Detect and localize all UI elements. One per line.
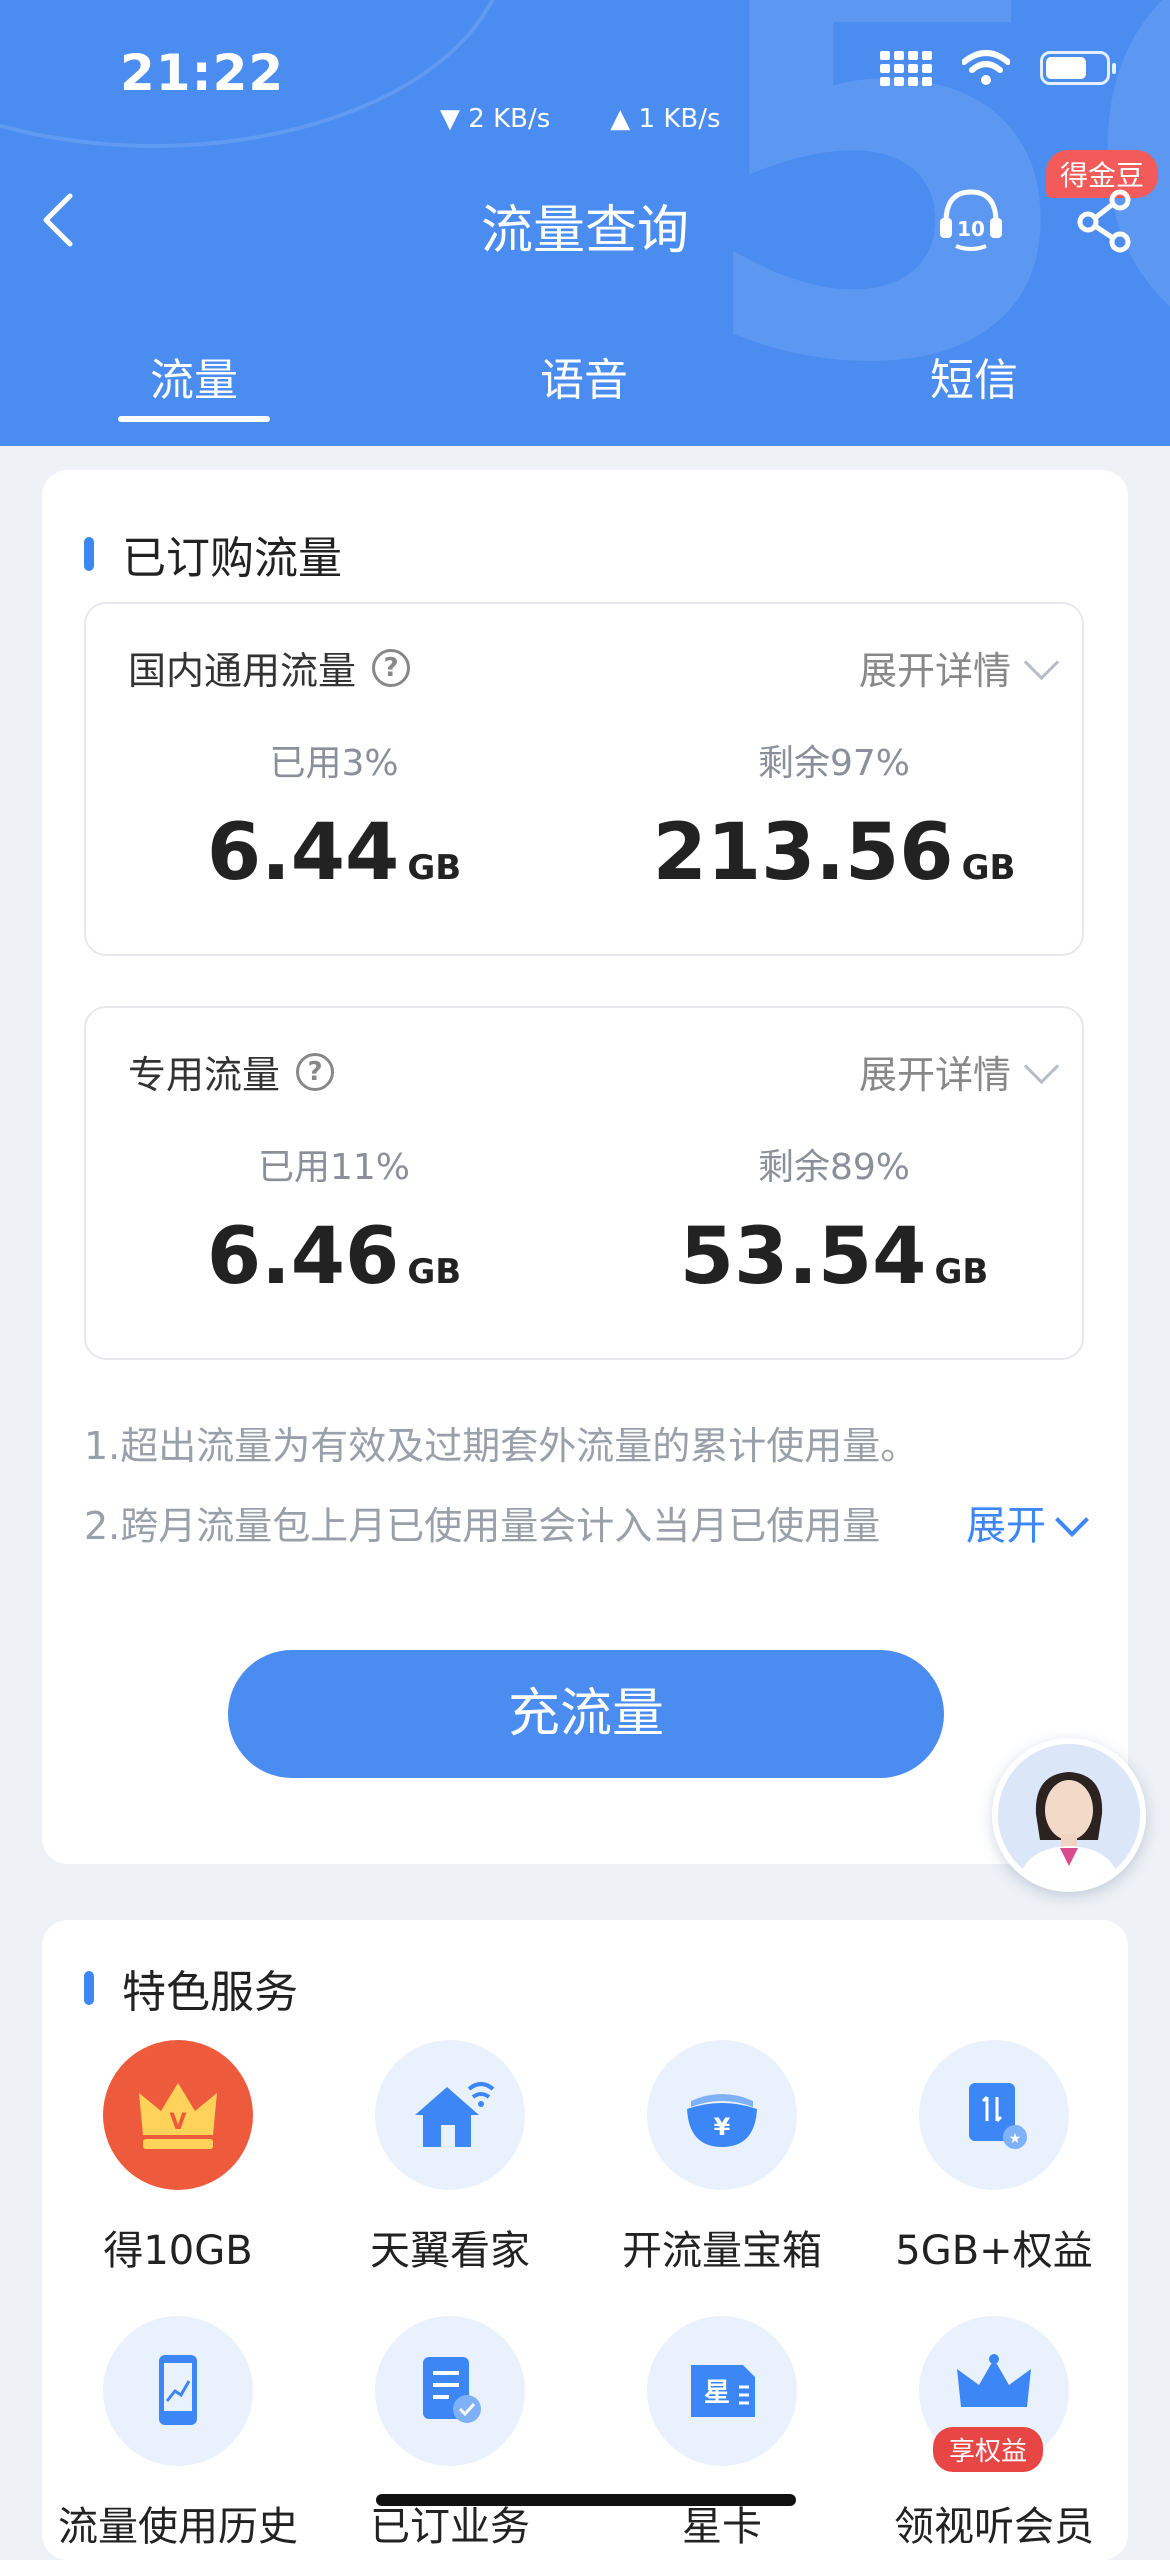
chevron-down-icon (1023, 644, 1060, 681)
used-column: 已用11% 6.46 GB (134, 1138, 534, 1302)
cellular-signal-icon (880, 50, 932, 86)
chevron-down-icon (1023, 1048, 1060, 1085)
document-check-icon (375, 2316, 525, 2466)
section-title: 已订购流量 (122, 533, 342, 584)
assistant-portrait-icon (998, 1744, 1140, 1886)
home-wifi-icon (375, 2040, 525, 2190)
svg-text:V: V (169, 2110, 186, 2135)
phone-chart-icon (103, 2316, 253, 2466)
expand-details-button[interactable]: 展开详情 (859, 640, 1060, 695)
customer-service-icon[interactable]: 10 (936, 184, 1006, 254)
general-data-box: 国内通用流量 ? 展开详情 已用3% 6.44 GB 剩余97% 213.56 GB (84, 602, 1084, 956)
assistant-avatar[interactable] (992, 1738, 1146, 1892)
remaining-column: 剩余89% 53.54 GB (634, 1138, 1034, 1302)
used-amount: 6.44 GB (206, 808, 462, 898)
upload-speed: ▲ 1 KB/s (610, 104, 721, 134)
section-title: 特色服务 (122, 1967, 298, 2018)
svg-text:★: ★ (1009, 2131, 1022, 2147)
used-percent: 已用3% (269, 743, 399, 784)
network-speed: ▼ 2 KB/s ▲ 1 KB/s (440, 104, 721, 134)
benefit-tag: 享权益 (933, 2427, 1044, 2472)
used-percent: 已用11% (257, 1147, 411, 1188)
tab-data[interactable]: 流量 (94, 344, 294, 408)
note-line: 2.跨月流量包上月已使用量会计入当月已使用量 (84, 1504, 881, 1548)
crown-icon: V (103, 2040, 253, 2190)
used-column: 已用3% 6.44 GB (134, 734, 534, 898)
svg-text:10: 10 (957, 217, 985, 241)
home-indicator (376, 2494, 796, 2506)
wifi-icon (962, 50, 1010, 85)
featured-services-card: 特色服务 V 得10GB 天翼看家 ¥ 开流量宝箱 ★ 5GB+权益 流量使用历… (42, 1920, 1128, 2560)
chevron-down-icon (1055, 1503, 1089, 1537)
used-amount: 6.46 GB (206, 1212, 462, 1302)
remaining-percent: 剩余89% (757, 1147, 911, 1188)
remaining-percent: 剩余97% (757, 743, 911, 784)
subscribed-data-card: 已订购流量 国内通用流量 ? 展开详情 已用3% 6.44 GB 剩余97% 21… (42, 470, 1128, 1864)
tab-bar: 流量 语音 短信 (0, 344, 1170, 426)
download-speed: ▼ 2 KB/s (440, 104, 551, 134)
status-icons (880, 50, 1116, 86)
notes: 1.超出流量为有效及过期套外流量的累计使用量。 2.跨月流量包上月已使用量会计入… (84, 1406, 1089, 1566)
service-item-5gb-benefit[interactable]: ★ 5GB+权益 (858, 2040, 1130, 2276)
service-item-usage-history[interactable]: 流量使用历史 (42, 2316, 314, 2552)
treasure-box-icon: ¥ (647, 2040, 797, 2190)
tab-sms[interactable]: 短信 (874, 344, 1074, 408)
recharge-data-button[interactable]: 充流量 (228, 1650, 944, 1778)
service-item-av-membership[interactable]: 享权益 领视听会员 (858, 2316, 1130, 2552)
section-header: 已订购流量 (84, 522, 342, 586)
package-name: 国内通用流量 ? (128, 640, 411, 695)
service-item-star-card[interactable]: 星 星卡 (586, 2316, 858, 2552)
notes-expand-link[interactable]: 展开 (962, 1486, 1089, 1566)
header: 5G 21:22 ▼ 2 KB/s ▲ 1 KB/s 流量查询 10 得金豆 流… (0, 0, 1170, 446)
service-item-subscribed-services[interactable]: 已订业务 (314, 2316, 586, 2552)
service-item-home-camera[interactable]: 天翼看家 (314, 2040, 586, 2276)
help-icon[interactable]: ? (372, 648, 411, 687)
section-header: 特色服务 (84, 1956, 298, 2020)
crown-member-icon: 享权益 (919, 2316, 1069, 2472)
svg-text:¥: ¥ (714, 2113, 731, 2141)
svg-text:星: 星 (704, 2378, 730, 2408)
sim-card-icon: 星 (647, 2316, 797, 2466)
remaining-column: 剩余97% 213.56 GB (634, 734, 1034, 898)
tab-voice[interactable]: 语音 (484, 344, 684, 408)
note-line: 1.超出流量为有效及过期套外流量的累计使用量。 (84, 1424, 919, 1468)
share-icon[interactable] (1074, 188, 1136, 254)
section-marker (84, 1971, 94, 2005)
dedicated-data-box: 专用流量 ? 展开详情 已用11% 6.46 GB 剩余89% 53.54 GB (84, 1006, 1084, 1360)
data-card-icon: ★ (919, 2040, 1069, 2190)
section-marker (84, 537, 94, 571)
active-tab-indicator (118, 416, 270, 422)
service-item-10gb[interactable]: V 得10GB (42, 2040, 314, 2276)
remaining-amount: 213.56 GB (652, 808, 1016, 898)
remaining-amount: 53.54 GB (679, 1212, 989, 1302)
status-time: 21:22 (120, 44, 285, 102)
help-icon[interactable]: ? (296, 1052, 335, 1091)
battery-icon (1040, 51, 1116, 85)
service-item-treasure-box[interactable]: ¥ 开流量宝箱 (586, 2040, 858, 2276)
package-name: 专用流量 ? (128, 1044, 335, 1099)
expand-details-button[interactable]: 展开详情 (859, 1044, 1060, 1099)
